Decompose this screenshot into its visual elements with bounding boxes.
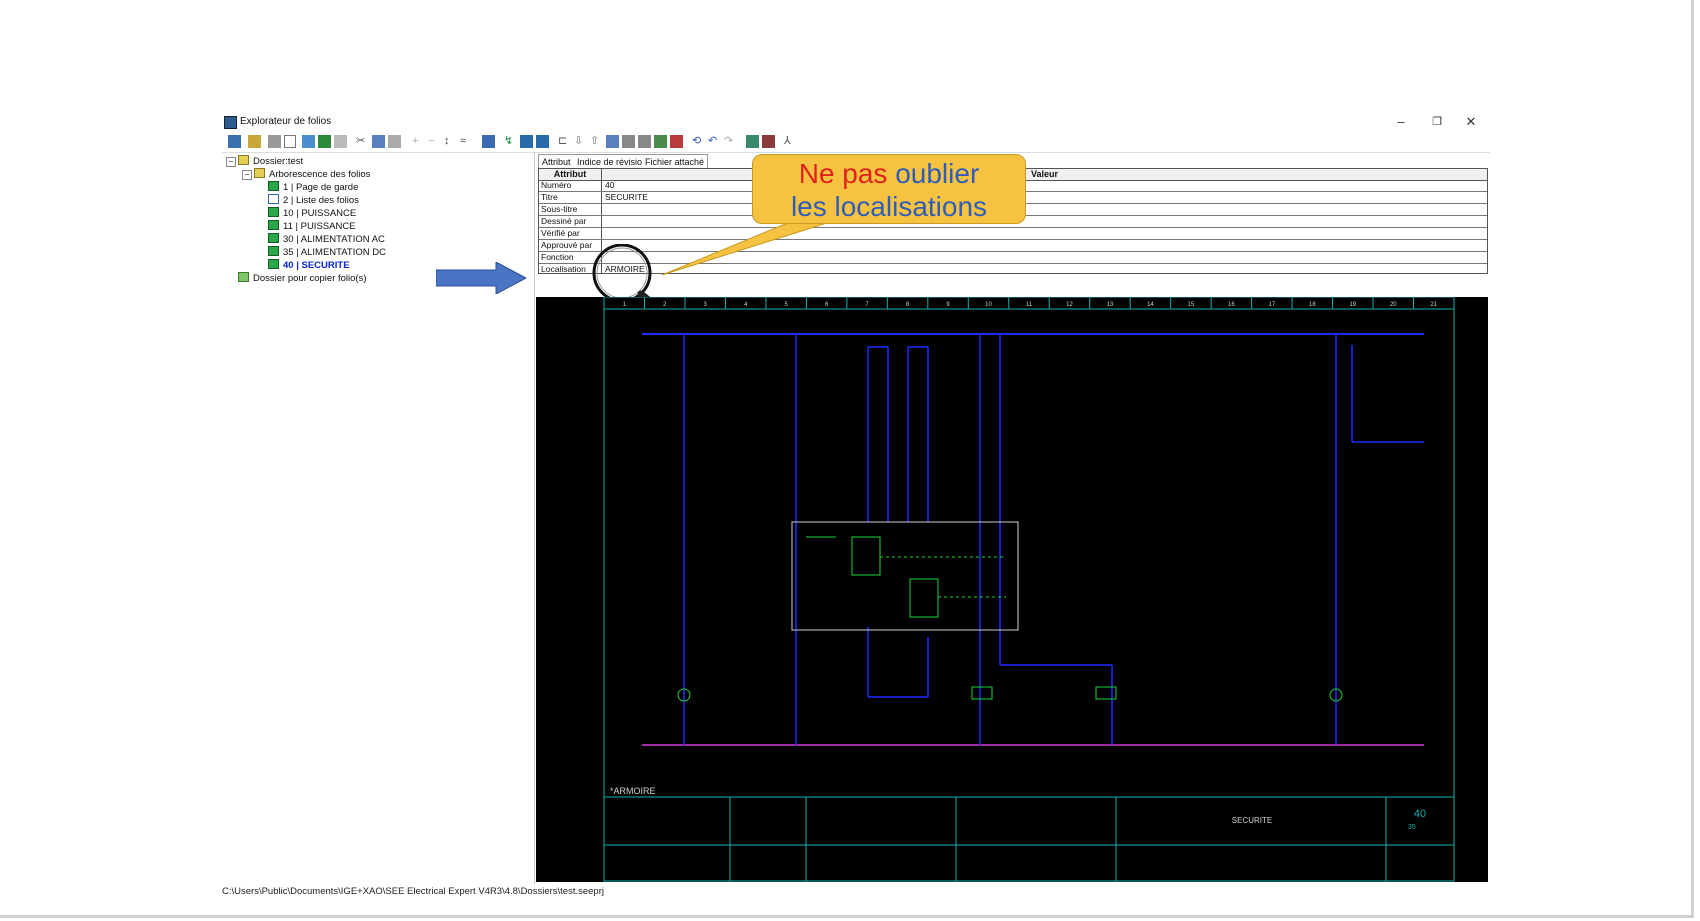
column-number: 1 — [623, 302, 627, 308]
column-number: 9 — [946, 302, 950, 308]
column-number: 8 — [906, 302, 910, 308]
column-ticks: 1 2 3 4 5 6 7 8 9 10 11 12 13 14 15 16 17 18 19 20 21 — [623, 297, 1438, 309]
column-number: 19 — [1349, 302, 1356, 308]
column-number: 5 — [784, 302, 788, 308]
location-label: *ARMOIRE — [610, 786, 656, 796]
folio-number: 40 — [1414, 808, 1426, 820]
callout-note: Ne pas oublier les localisations — [752, 154, 1026, 224]
title-block-title: SECURITE — [1232, 816, 1272, 825]
pointer-arrow-icon — [436, 262, 526, 294]
column-number: 21 — [1430, 302, 1437, 308]
column-number: 7 — [865, 302, 869, 308]
callout-text-line2: les localisations — [790, 191, 988, 222]
column-number: 3 — [704, 302, 708, 308]
column-number: 20 — [1390, 302, 1397, 308]
column-number: 6 — [825, 302, 829, 308]
schematic-viewer[interactable]: 1 2 3 4 5 6 7 8 9 10 11 12 13 14 15 16 17 18 19 20 21 — [536, 296, 1488, 882]
column-number: 4 — [744, 302, 748, 308]
column-number: 12 — [1066, 302, 1073, 308]
column-number: 16 — [1228, 302, 1235, 308]
column-number: 11 — [1026, 302, 1033, 308]
status-bar-path: C:\Users\Public\Documents\IGE+XAO\SEE El… — [222, 886, 604, 897]
callout-text-red: Ne pas — [798, 158, 896, 189]
callout-text-blue: oublier — [895, 158, 980, 189]
column-number: 18 — [1309, 302, 1316, 308]
column-number: 14 — [1147, 302, 1154, 308]
schematic-drawing: 1 2 3 4 5 6 7 8 9 10 11 12 13 14 15 16 17 18 19 20 21 — [603, 296, 1455, 882]
column-number: 17 — [1269, 302, 1276, 308]
column-number: 13 — [1107, 302, 1114, 308]
next-folio: 35 — [1408, 824, 1416, 831]
column-number: 10 — [985, 302, 992, 308]
column-number: 2 — [663, 302, 667, 308]
column-number: 15 — [1188, 302, 1195, 308]
